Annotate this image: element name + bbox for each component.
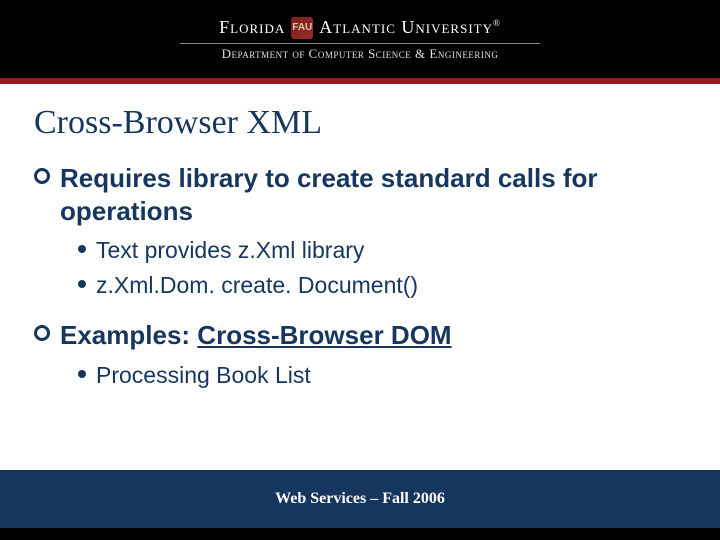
level1-row: Requires library to create standard call… — [34, 162, 692, 227]
logo-divider — [180, 43, 540, 44]
list-item: Requires library to create standard call… — [34, 162, 692, 301]
university-name-right-text: Atlantic University — [319, 17, 493, 37]
level1-text: Requires library to create standard call… — [60, 162, 692, 227]
ring-bullet-icon — [34, 325, 50, 352]
level1-row: Examples: Cross-Browser DOM — [34, 319, 692, 352]
bottom-strip — [0, 528, 720, 540]
list-item: Processing Book List — [78, 360, 692, 391]
footer-band: Web Services – Fall 2006 — [0, 470, 720, 528]
logo-top-row: Florida FAU Atlantic University® — [219, 17, 501, 39]
university-name-left: Florida — [219, 17, 285, 38]
ring-bullet-icon — [34, 168, 50, 227]
dot-bullet-icon — [78, 280, 86, 288]
registered-mark: ® — [493, 18, 501, 28]
slide: Florida FAU Atlantic University® Departm… — [0, 0, 720, 540]
level2-text: z.Xml.Dom. create. Document() — [96, 270, 418, 301]
bullet-list: Requires library to create standard call… — [34, 162, 692, 391]
level1-prefix: Examples: — [60, 320, 197, 350]
dot-bullet-icon — [78, 370, 86, 378]
list-item: Text provides z.Xml library — [78, 235, 692, 266]
fau-crest-icon: FAU — [291, 17, 313, 39]
dot-bullet-icon — [78, 245, 86, 253]
level1-text: Examples: Cross-Browser DOM — [60, 319, 452, 352]
slide-title: Cross-Browser XML — [34, 104, 692, 142]
university-logo: Florida FAU Atlantic University® Departm… — [180, 17, 540, 62]
content-area: Cross-Browser XML Requires library to cr… — [0, 84, 720, 470]
sub-list: Processing Book List — [78, 360, 692, 391]
list-item: Examples: Cross-Browser DOM Processing B… — [34, 319, 692, 391]
sub-list: Text provides z.Xml library z.Xml.Dom. c… — [78, 235, 692, 301]
level2-text: Text provides z.Xml library — [96, 235, 364, 266]
university-name-right: Atlantic University® — [319, 17, 501, 38]
list-item: z.Xml.Dom. create. Document() — [78, 270, 692, 301]
header-bar: Florida FAU Atlantic University® Departm… — [0, 0, 720, 78]
level1-link[interactable]: Cross-Browser DOM — [197, 320, 451, 350]
footer-text: Web Services – Fall 2006 — [275, 490, 445, 508]
department-name: Department of Computer Science & Enginee… — [222, 46, 499, 62]
level2-text: Processing Book List — [96, 360, 311, 391]
